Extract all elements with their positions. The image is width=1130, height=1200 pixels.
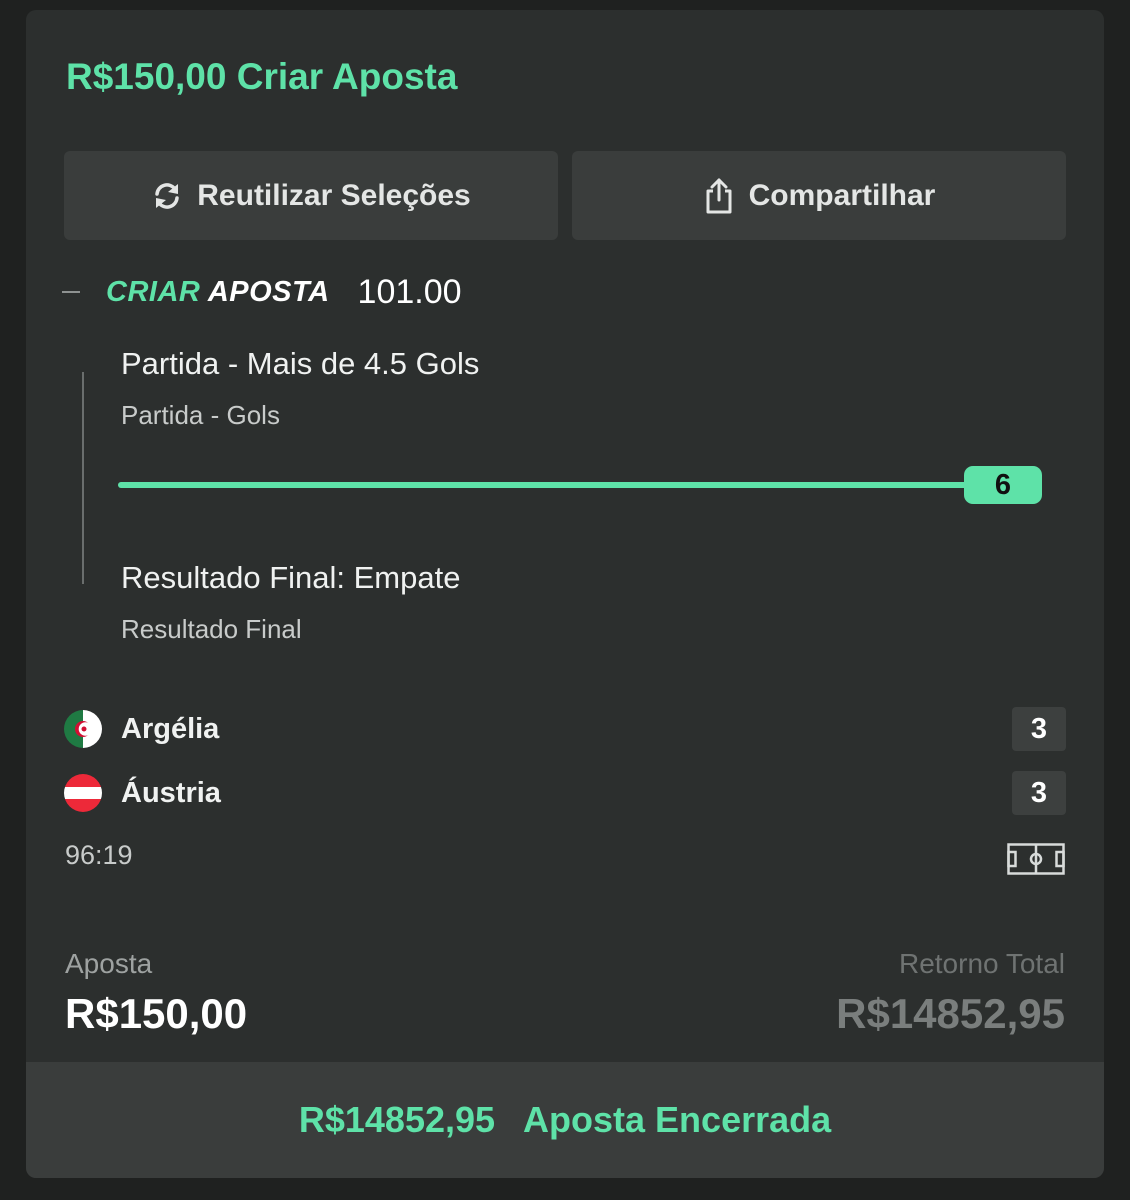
selection-market: Resultado Final [121, 614, 302, 644]
bet-odds: 101.00 [357, 272, 462, 311]
bet-builder-header: CRIAR APOSTA 101.00 [62, 270, 462, 314]
team-row: Argélia 3 [64, 707, 1066, 751]
collapse-icon[interactable] [62, 291, 80, 293]
goals-count-badge: 6 [964, 466, 1042, 504]
bet-title: R$150,00 Criar Aposta [66, 56, 458, 97]
refresh-icon [151, 180, 183, 212]
stake-value: R$150,00 [65, 990, 248, 1037]
payout-amount: R$14852,95 [298, 1099, 496, 1140]
team-score: 3 [1012, 771, 1066, 815]
team-name: Áustria [121, 776, 221, 809]
total-return-label: Retorno Total [898, 948, 1065, 979]
goals-progress-bar [118, 482, 974, 488]
team-score: 3 [1012, 707, 1066, 751]
bet-settled-footer: R$14852,95 Aposta Encerrada [26, 1062, 1104, 1178]
pitch-icon[interactable] [1007, 843, 1065, 880]
bet-builder-logo: CRIAR APOSTA [106, 276, 330, 309]
selection-title: Resultado Final: Empate [121, 560, 461, 595]
stake-label: Aposta [65, 948, 153, 979]
bet-card: R$150,00 Criar Aposta Reutilizar Seleçõe… [26, 10, 1104, 1178]
total-return-value: R$14852,95 [836, 990, 1065, 1037]
selections-connector [82, 372, 84, 584]
share-label: Compartilhar [748, 178, 936, 212]
selection-title: Partida - Mais de 4.5 Gols [121, 346, 480, 381]
austria-flag-icon [64, 774, 102, 812]
logo-part-criar: CRIAR [106, 275, 201, 308]
team-row: Áustria 3 [64, 771, 1066, 815]
match-clock: 96:19 [65, 840, 133, 870]
share-icon [703, 177, 735, 215]
reuse-selections-button[interactable]: Reutilizar Seleções [64, 151, 558, 240]
bet-status: Aposta Encerrada [523, 1099, 832, 1140]
logo-part-aposta: APOSTA [207, 275, 330, 308]
reuse-selections-label: Reutilizar Seleções [197, 178, 471, 212]
team-name: Argélia [121, 712, 220, 745]
algeria-flag-icon [64, 710, 102, 748]
share-button[interactable]: Compartilhar [572, 151, 1066, 240]
goals-progress-fill [118, 482, 974, 488]
selection-market: Partida - Gols [121, 400, 280, 430]
